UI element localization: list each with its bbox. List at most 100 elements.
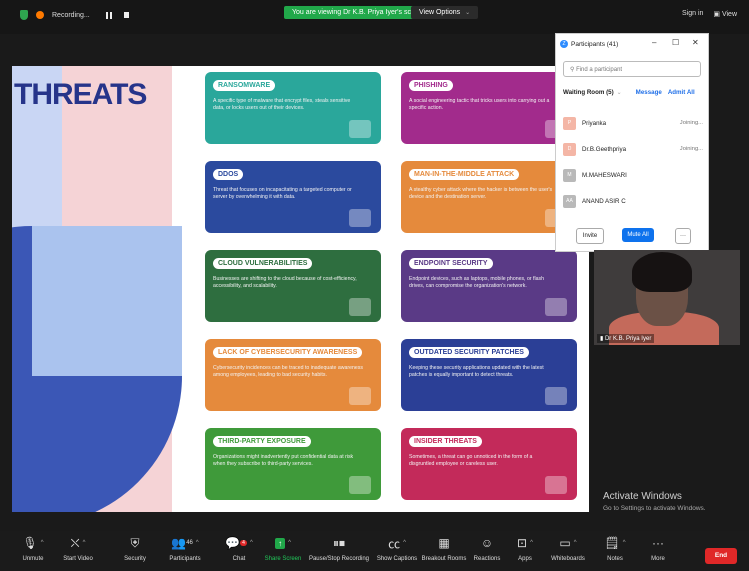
threat-card-description: Cybersecurity incidences can be traced t… — [213, 365, 363, 378]
more-options-button[interactable]: ··· — [675, 228, 691, 244]
participant-name: Dr.B.Geethpriya — [582, 145, 627, 153]
start-video-button[interactable]: ⛌ ^ Start Video — [53, 533, 103, 563]
participants-panel: Z Participants (41) – ☐ ✕ ⚲ Find a parti… — [555, 33, 709, 252]
participants-count: 46 — [186, 540, 193, 546]
threat-card-tag: OUTDATED SECURITY PATCHES — [409, 347, 529, 358]
slide-quarter-graphic — [32, 226, 182, 376]
threat-card-tag: MAN-IN-THE-MIDDLE ATTACK — [409, 169, 520, 180]
end-meeting-button[interactable]: End — [705, 548, 737, 564]
chat-button[interactable]: 💬 4 ^ Chat — [214, 533, 264, 562]
threat-card-description: Sometimes, a threat can go unnoticed in … — [409, 454, 533, 467]
mute-all-button[interactable]: Mute All — [622, 228, 654, 242]
participant-name: Priyanka — [582, 119, 607, 127]
threat-card-description: Keeping these security applications upda… — [409, 365, 544, 378]
video-name-label: ▮ Dr K.B. Priya Iyer — [597, 334, 655, 343]
more-icon: ··· — [652, 536, 664, 550]
top-bar: Recording... You are viewing Dr K.B. Pri… — [0, 0, 749, 34]
unmute-button[interactable]: 🎙 ^ Unmute — [8, 533, 58, 562]
speaker-hair — [632, 252, 692, 292]
shield-icon[interactable] — [20, 10, 28, 20]
pause-stop-icon: ⏸⏹ — [332, 535, 345, 550]
waiting-room-label[interactable]: Waiting Room (5) — [563, 89, 614, 96]
threat-card-description: Threat that focuses on incapacitating a … — [213, 187, 352, 200]
threat-card-tag: LACK OF CYBERSECURITY AWARENESS — [213, 347, 363, 358]
share-screen-button[interactable]: ↑ ^ Share Screen — [258, 533, 308, 562]
avatar: D — [563, 142, 576, 156]
view-options-button[interactable]: View Options ⌄ — [411, 6, 479, 19]
security-button[interactable]: ⛨ Security — [110, 533, 160, 563]
message-button[interactable]: Message — [636, 89, 662, 96]
threat-card-tag: PHISHING — [409, 80, 453, 91]
participants-button[interactable]: 👥 46 ^ Participants — [160, 533, 210, 562]
participant-row[interactable]: P Priyanka Joining... — [563, 114, 703, 132]
threat-card: THIRD-PARTY EXPOSURE Organizations might … — [205, 428, 381, 500]
pause-stop-label: Pause/Stop Recording — [308, 556, 370, 562]
search-input[interactable]: ⚲ Find a participant — [563, 61, 701, 77]
show-captions-button[interactable]: ㏄ ^ Show Captions — [372, 533, 422, 563]
threat-card: ENDPOINT SECURITY Endpoint devices, such … — [401, 250, 577, 322]
threat-card-description: A social engineering tactic that tricks … — [409, 98, 550, 111]
threat-card: DDOS Threat that focuses on incapacitatin… — [205, 161, 381, 233]
minimize-icon[interactable]: – — [652, 38, 656, 47]
threat-card: LACK OF CYBERSECURITY AWARENESS Cybersecu… — [205, 339, 381, 411]
view-label: View — [721, 11, 737, 18]
share-screen-label: Share Screen — [264, 556, 302, 562]
threat-card-description: Businesses are shifting to the cloud bec… — [213, 276, 357, 289]
participant-row[interactable]: AA ANAND ASIR C — [563, 192, 703, 210]
slide-title: THREATS — [14, 78, 147, 111]
share-screen-icon: ↑ ^ — [258, 533, 308, 553]
invite-button[interactable]: Invite — [576, 228, 604, 244]
show-captions-label: Show Captions — [376, 556, 418, 562]
video-name: Dr K.B. Priya Iyer — [604, 336, 652, 342]
admit-all-button[interactable]: Admit All — [668, 89, 695, 96]
threat-card-description: A stealthy cyber attack where the hacker… — [409, 187, 553, 200]
threat-card: INSIDER THREATS Sometimes, a threat can g… — [401, 428, 577, 500]
pause-recording-icon[interactable] — [105, 11, 112, 19]
pause-stop-recording-button[interactable]: ⏸⏹ Pause/Stop Recording — [308, 533, 370, 563]
unmute-label: Unmute — [22, 556, 44, 562]
threat-card-illustration — [349, 476, 371, 494]
threat-card: MAN-IN-THE-MIDDLE ATTACK A stealthy cyber… — [401, 161, 577, 233]
chevron-down-icon: ⌄ — [465, 10, 471, 16]
participants-icon: 👥 46 ^ — [171, 536, 199, 550]
participant-row[interactable]: M M.MAHESWARI — [563, 166, 703, 184]
shield-icon: ⛨ — [130, 535, 140, 550]
more-button[interactable]: ··· More — [633, 533, 683, 562]
threat-card: RANSOMWARE A specific type of malware tha… — [205, 72, 381, 144]
more-label: More — [651, 556, 665, 562]
threat-card-tag: ENDPOINT SECURITY — [409, 258, 493, 269]
threat-card-illustration — [545, 387, 567, 405]
stop-recording-icon[interactable] — [123, 12, 129, 18]
chevron-down-icon[interactable]: ⌄ — [617, 89, 622, 96]
threat-card: OUTDATED SECURITY PATCHES Keeping these s… — [401, 339, 577, 411]
activate-windows-watermark: Activate Windows Go to Settings to activ… — [603, 491, 706, 512]
participants-panel-title: Participants (41) — [571, 40, 619, 48]
view-options-label: View Options — [419, 9, 461, 16]
threat-card-description: Endpoint devices, such as laptops, mobil… — [409, 276, 544, 289]
close-icon[interactable]: ✕ — [692, 38, 699, 47]
participant-name: ANAND ASIR C — [582, 197, 626, 205]
threat-card-illustration — [349, 209, 371, 227]
threat-card-description: Organizations might inadvertently put co… — [213, 454, 354, 467]
captions-icon: ㏄ ^ — [388, 536, 406, 551]
recording-label: Recording... — [52, 11, 90, 19]
threat-card-tag: CLOUD VULNERABILITIES — [213, 258, 313, 269]
participant-row[interactable]: D Dr.B.Geethpriya Joining... — [563, 140, 703, 158]
chat-icon: 💬 4 ^ — [225, 536, 253, 550]
maximize-icon[interactable]: ☐ — [672, 38, 679, 47]
whiteboards-label: Whiteboards — [551, 556, 585, 562]
sign-in-link[interactable]: Sign in — [682, 10, 703, 18]
video-tile[interactable]: ▮ Dr K.B. Priya Iyer — [594, 250, 740, 345]
camera-off-icon: ⛌ ^ — [70, 535, 86, 550]
avatar: AA — [563, 194, 576, 208]
participant-status: Joining... — [679, 120, 703, 126]
microphone-muted-icon: 🎙 ^ — [22, 536, 44, 550]
shared-slide: THREATS RANSOMWARE A specific type of mal… — [12, 66, 589, 512]
threat-card: PHISHING A social engineering tactic that… — [401, 72, 577, 144]
avatar: P — [563, 116, 576, 130]
threat-card-illustration — [349, 298, 371, 316]
chat-label: Chat — [232, 556, 246, 562]
security-label: Security — [124, 556, 146, 562]
view-button[interactable]: ▣ View — [713, 10, 737, 18]
whiteboards-button[interactable]: ▭ ^ Whiteboards — [543, 533, 593, 562]
